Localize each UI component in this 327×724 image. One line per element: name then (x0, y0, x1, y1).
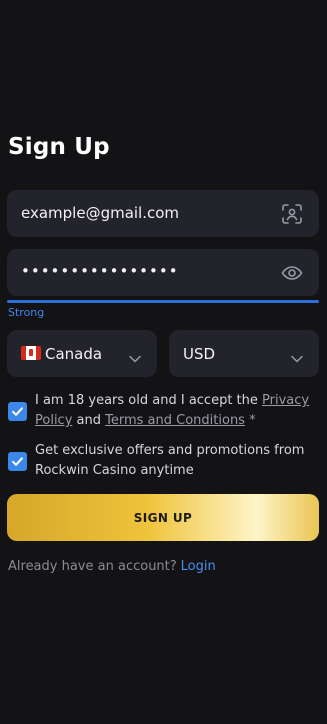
canada-flag-icon (21, 346, 41, 360)
password-strength-bar (7, 300, 319, 303)
sign-up-button[interactable]: SIGN UP (7, 494, 319, 541)
required-mark: * (244, 413, 256, 428)
chevron-down-icon (129, 348, 141, 363)
login-link[interactable]: Login (181, 559, 216, 574)
password-strength-fill (7, 300, 319, 303)
email-value[interactable]: example@gmail.com (21, 204, 179, 222)
password-field[interactable]: •••••••••••••••• (7, 249, 319, 296)
check-icon (12, 457, 23, 466)
password-value[interactable]: •••••••••••••••• (21, 262, 179, 280)
eye-icon[interactable] (281, 262, 303, 284)
check-icon (12, 407, 23, 416)
age-terms-prefix: I am 18 years old and I accept the (35, 393, 263, 408)
offers-checkbox[interactable] (8, 452, 27, 471)
currency-select[interactable]: USD (169, 330, 319, 377)
age-terms-checkbox[interactable] (8, 402, 27, 421)
chevron-down-icon (291, 348, 303, 363)
country-value: Canada (45, 345, 103, 363)
login-prompt: Already have an account? Login (8, 559, 216, 574)
offers-text: Get exclusive offers and promotions from… (35, 443, 305, 478)
page-title: Sign Up (8, 134, 110, 160)
terms-conditions-link[interactable]: Terms and Conditions (105, 413, 245, 428)
age-terms-text: I am 18 years old and I accept the Priva… (35, 391, 315, 431)
password-strength-label: Strong (8, 306, 45, 319)
email-field[interactable]: example@gmail.com (7, 190, 319, 237)
currency-value: USD (183, 345, 216, 363)
face-scan-icon[interactable] (281, 203, 303, 225)
age-terms-and: and (72, 413, 106, 428)
login-prompt-text: Already have an account? (8, 559, 177, 574)
country-select[interactable]: Canada (7, 330, 157, 377)
